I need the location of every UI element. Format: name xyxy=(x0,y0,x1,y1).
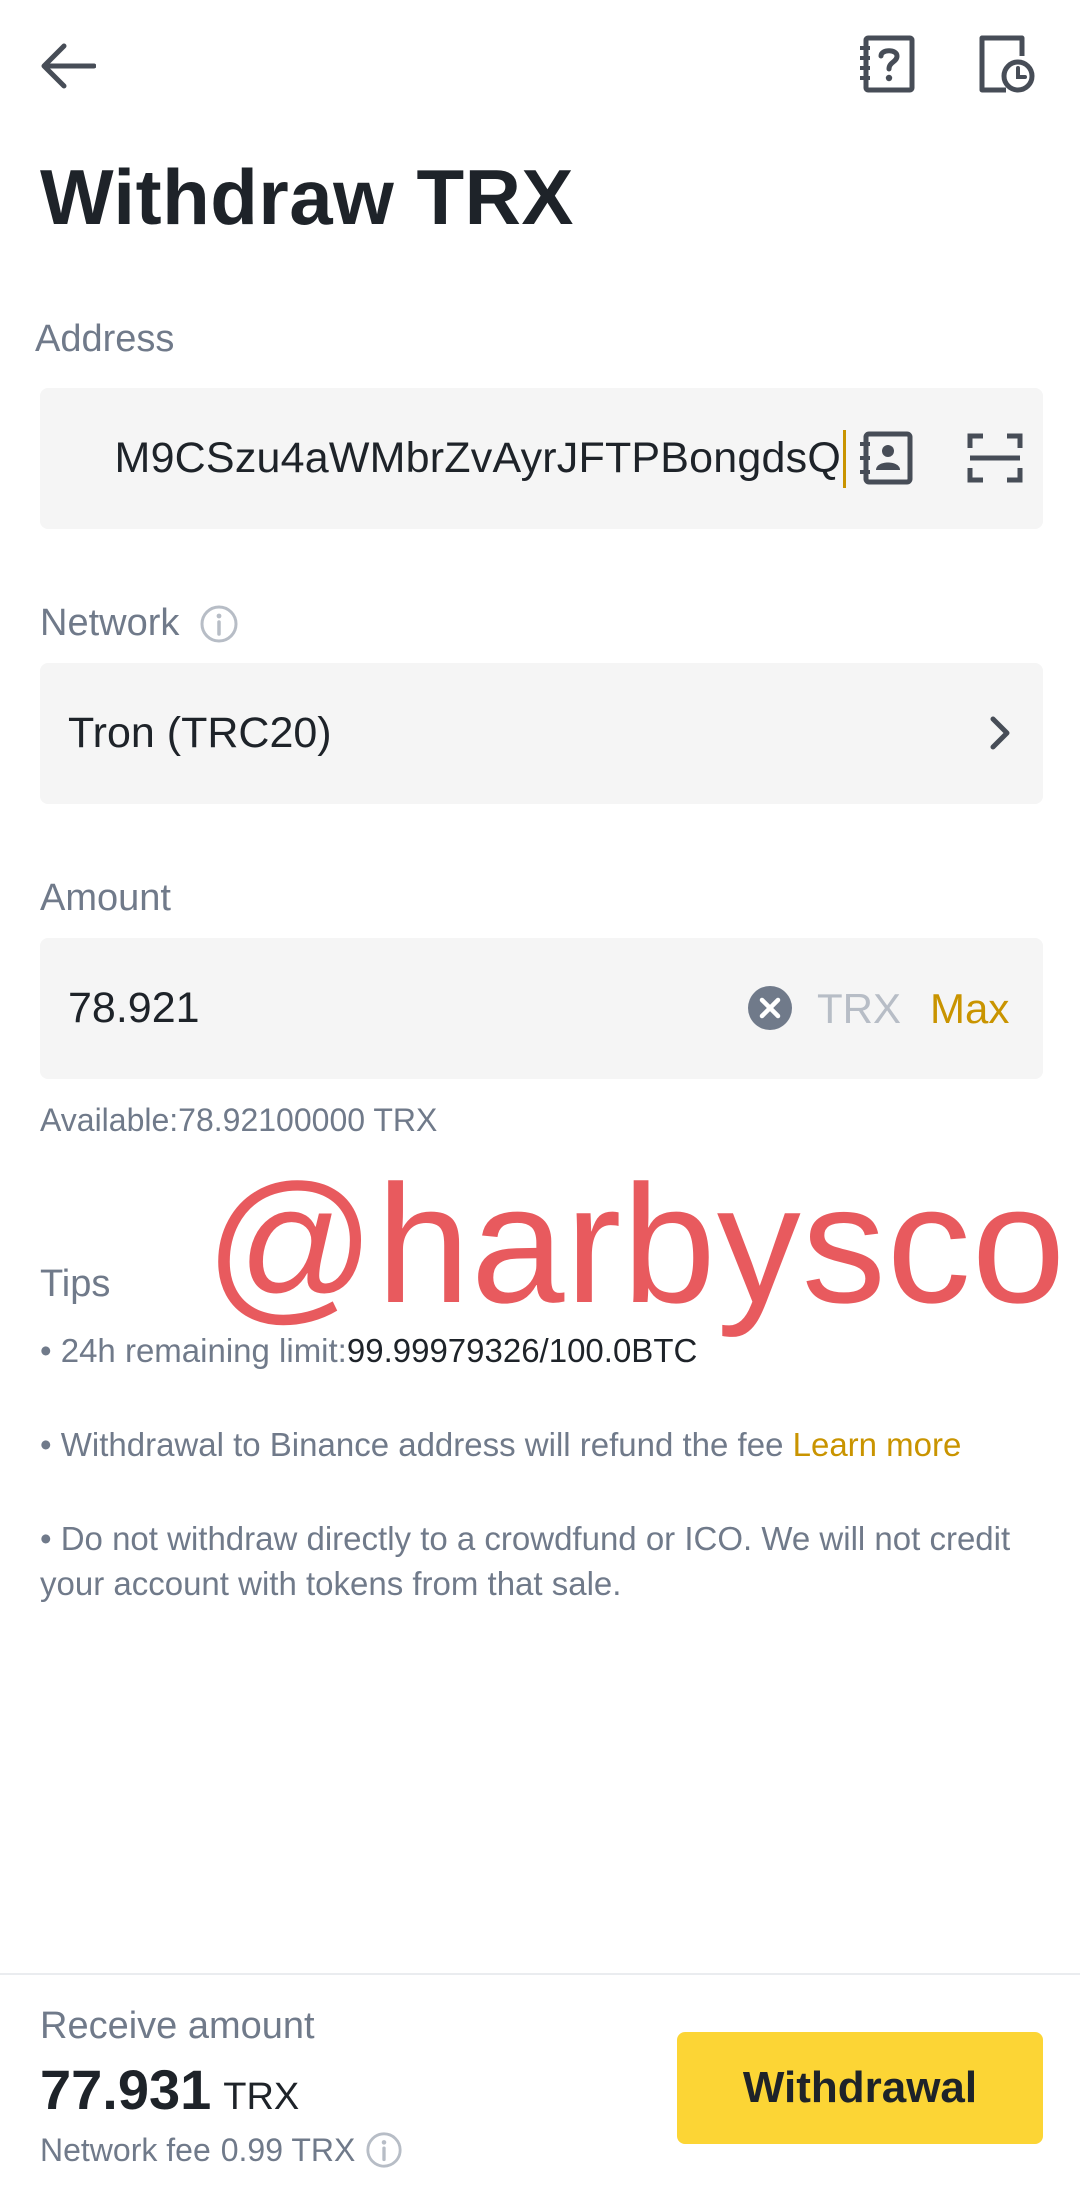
footer-bar: Receive amount 77.931 TRX Network fee 0.… xyxy=(0,1973,1080,2190)
learn-more-link[interactable]: Learn more xyxy=(793,1426,962,1463)
receive-amount: 77.931 TRX xyxy=(40,2057,299,2122)
network-fee-label: Network fee xyxy=(40,2131,211,2168)
arrow-left-icon xyxy=(41,43,96,89)
network-chevron xyxy=(965,698,1035,768)
amount-input[interactable]: 78.921 TRX Max xyxy=(40,938,1043,1079)
address-book-icon xyxy=(860,431,913,485)
scan-qr-button[interactable] xyxy=(955,418,1035,498)
max-button[interactable]: Max xyxy=(930,938,1009,1079)
clear-icon xyxy=(748,986,792,1030)
top-bar xyxy=(0,0,1080,130)
history-icon xyxy=(979,35,1035,93)
tip-limit-value: 99.99979326/100.0BTC xyxy=(346,1332,698,1369)
receive-amount-label: Receive amount xyxy=(40,2005,315,2047)
amount-value: 78.921 xyxy=(68,984,200,1032)
fee-info-icon[interactable] xyxy=(365,2131,403,2169)
help-button[interactable] xyxy=(852,28,924,100)
network-label-row: Network xyxy=(40,602,239,645)
info-icon[interactable] xyxy=(199,604,239,644)
receive-amount-value: 77.931 xyxy=(40,2058,212,2121)
amount-unit: TRX xyxy=(817,984,901,1032)
tip-refund-text: • Withdrawal to Binance address will ref… xyxy=(40,1426,793,1463)
available-balance: Available:78.92100000 TRX xyxy=(40,1102,438,1138)
page-title: Withdraw TRX xyxy=(40,153,574,241)
network-select[interactable]: Tron (TRC20) xyxy=(40,663,1043,804)
chevron-right-icon xyxy=(990,716,1010,750)
back-button[interactable] xyxy=(30,30,106,102)
address-label: Address xyxy=(35,318,175,360)
tips-title: Tips xyxy=(40,1263,111,1305)
withdrawal-button[interactable]: Withdrawal xyxy=(677,2032,1043,2144)
tip-refund: • Withdrawal to Binance address will ref… xyxy=(40,1422,1040,1467)
tip-warning: • Do not withdraw directly to a crowdfun… xyxy=(40,1520,1011,1602)
tip-limit-prefix: • 24h remaining limit: xyxy=(40,1332,347,1369)
network-fee-row: Network fee 0.99 TRX xyxy=(40,2131,403,2169)
network-label: Network xyxy=(40,602,180,644)
watermark: @harbysco xyxy=(205,1150,1067,1338)
address-input[interactable]: M9CSzu4aWMbrZvAyrJFTPBongdsQ xyxy=(40,388,1043,529)
clear-amount-button[interactable] xyxy=(730,968,810,1048)
help-doc-icon xyxy=(860,35,915,93)
tip-limit: • 24h remaining limit:99.99979326/100.0B… xyxy=(40,1328,1040,1373)
address-value: M9CSzu4aWMbrZvAyrJFTPBongdsQ xyxy=(114,434,841,482)
network-fee-value: 0.99 TRX xyxy=(220,2131,356,2168)
network-value: Tron (TRC20) xyxy=(68,709,332,757)
scan-icon xyxy=(967,433,1023,483)
address-value-wrapper: M9CSzu4aWMbrZvAyrJFTPBongdsQ xyxy=(66,388,846,529)
receive-amount-unit: TRX xyxy=(223,2076,300,2118)
address-book-button[interactable] xyxy=(846,418,926,498)
amount-label: Amount xyxy=(40,877,171,919)
history-button[interactable] xyxy=(970,28,1042,100)
